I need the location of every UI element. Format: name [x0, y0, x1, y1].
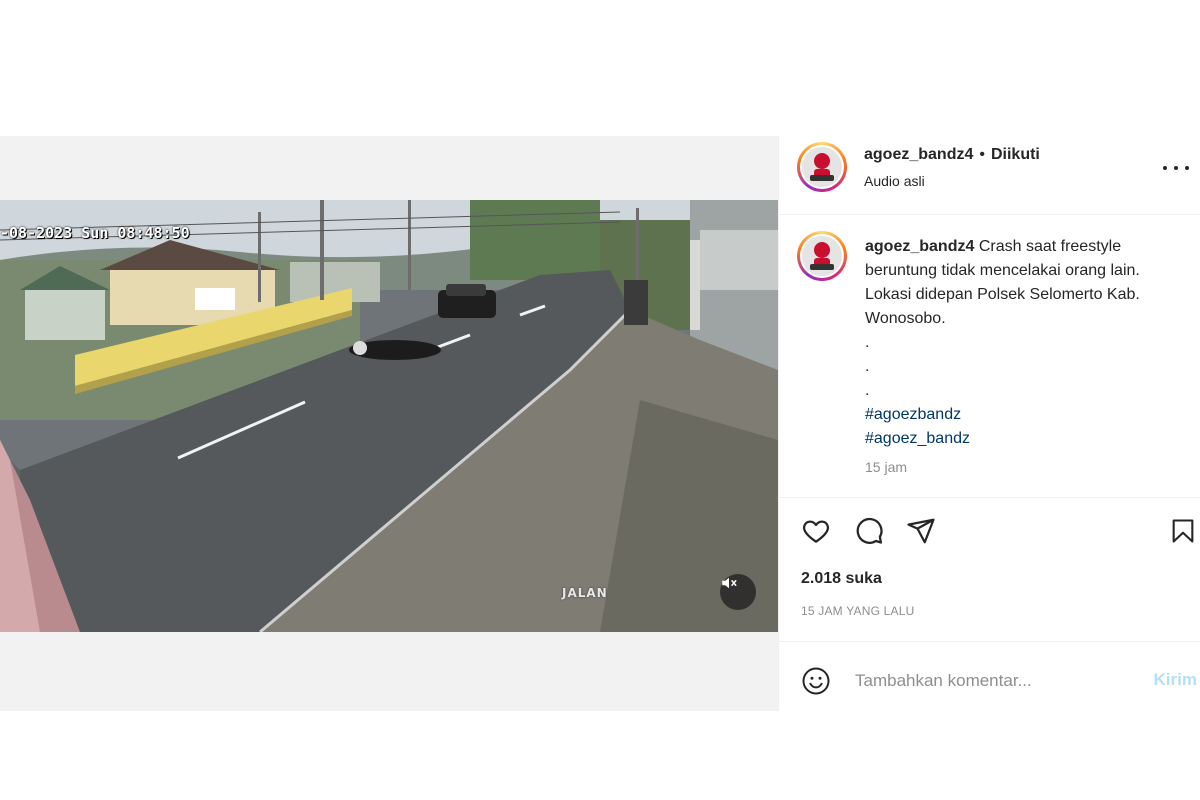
- like-button[interactable]: [796, 511, 836, 551]
- share-button[interactable]: [901, 511, 941, 551]
- video-watermark: JALAN: [562, 586, 608, 600]
- more-options-icon: [1163, 166, 1167, 170]
- caption-dot: .: [865, 334, 870, 351]
- post-comment-button[interactable]: Kirim: [1154, 670, 1197, 690]
- post-media-panel: -08-2023 Sun 08:48:50 JALAN: [0, 136, 778, 711]
- author-username[interactable]: agoez_bandz4: [864, 146, 973, 163]
- author-avatar[interactable]: [797, 142, 847, 192]
- emoji-button[interactable]: [801, 666, 831, 696]
- add-comment-row: Kirim: [779, 642, 1200, 711]
- hashtag-link[interactable]: #agoezbandz: [865, 403, 1187, 427]
- comment-icon: [856, 517, 883, 544]
- caption-username[interactable]: agoez_bandz4: [865, 238, 974, 255]
- posted-time[interactable]: 15 JAM YANG LALU: [801, 604, 914, 618]
- avatar-rider-image: [802, 147, 842, 187]
- post-side-panel: agoez_bandz4 • Diikuti Audio asli agoez_…: [778, 136, 1200, 711]
- follow-status-button[interactable]: Diikuti: [991, 146, 1040, 163]
- like-count[interactable]: 2.018 suka: [801, 570, 882, 588]
- save-button[interactable]: [1163, 511, 1200, 551]
- caption-time[interactable]: 15 jam: [865, 459, 907, 475]
- hashtag-link[interactable]: #agoez_bandz: [865, 427, 1187, 451]
- caption-area: agoez_bandz4 Crash saat freestyle berunt…: [779, 215, 1200, 497]
- cctv-scene: [0, 200, 778, 632]
- divider: [779, 497, 1200, 498]
- audio-label[interactable]: Audio asli: [864, 173, 925, 189]
- avatar-rider-image: [802, 236, 842, 276]
- bookmark-icon: [1172, 519, 1194, 543]
- mute-button[interactable]: [720, 574, 756, 610]
- speaker-muted-icon: [722, 577, 737, 589]
- cctv-timestamp: -08-2023 Sun 08:48:50: [0, 224, 190, 242]
- caption-author-avatar[interactable]: [797, 231, 847, 281]
- more-options-button[interactable]: [1163, 160, 1189, 176]
- post-caption: agoez_bandz4 Crash saat freestyle berunt…: [865, 235, 1187, 451]
- post-actions: [779, 511, 1200, 559]
- post-video[interactable]: -08-2023 Sun 08:48:50 JALAN: [0, 200, 778, 632]
- heart-icon: [803, 520, 829, 543]
- comment-input[interactable]: [853, 664, 1137, 698]
- share-icon: [907, 518, 935, 544]
- post-header: agoez_bandz4 • Diikuti Audio asli: [779, 136, 1200, 215]
- separator-dot: •: [979, 146, 985, 163]
- caption-dot: .: [865, 358, 870, 375]
- caption-dot: .: [865, 382, 870, 399]
- instagram-post: -08-2023 Sun 08:48:50 JALAN agoez_bandz4…: [0, 136, 1200, 711]
- emoji-icon: [802, 667, 830, 695]
- comment-button[interactable]: [849, 511, 889, 551]
